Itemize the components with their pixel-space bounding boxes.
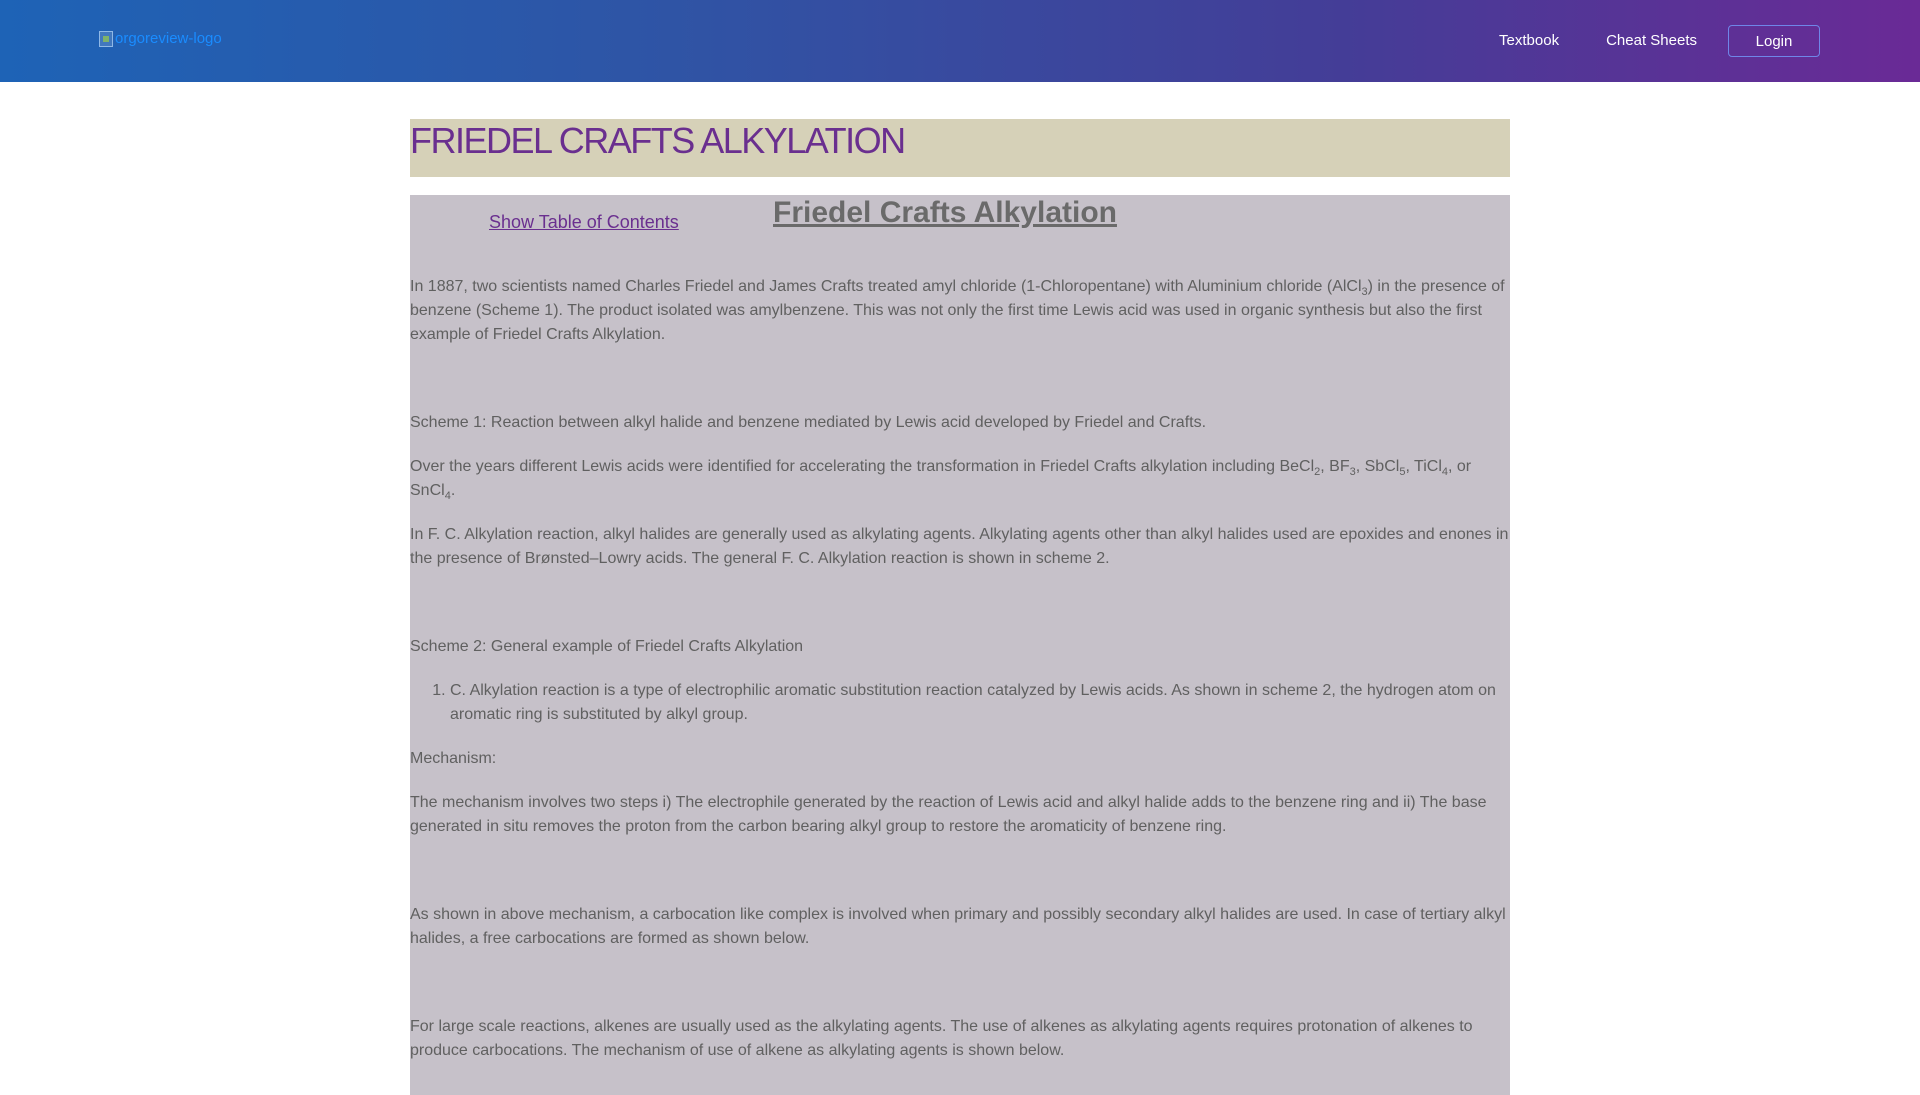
lewis-acids-paragraph: Over the years different Lewis acids wer… (410, 455, 1510, 503)
broken-image-icon (99, 30, 113, 47)
lewis-text-c: , SbCl (1355, 458, 1400, 475)
intro-paragraph: In 1887, two scientists named Charles Fr… (410, 275, 1510, 347)
login-button[interactable]: Login (1728, 25, 1820, 57)
scheme2-caption: Scheme 2: General example of Friedel Cra… (410, 638, 804, 655)
list-item: C. Alkylation reaction is a type of elec… (450, 679, 1510, 727)
title-banner: FRIEDEL CRAFTS ALKYLATION (410, 119, 1510, 177)
scheme1-caption: Scheme 1: Reaction between alkyl halide … (410, 414, 1207, 431)
lewis-text-f: . (450, 482, 456, 499)
lewis-text-a: Over the years different Lewis acids wer… (410, 458, 1315, 475)
page-title: FRIEDEL CRAFTS ALKYLATION (410, 120, 906, 161)
ordered-list: C. Alkylation reaction is a type of elec… (410, 679, 1510, 727)
logo-alt-text: orgoreview-logo (115, 30, 222, 47)
lewis-text-d: , TiCl (1405, 458, 1442, 475)
top-navbar: orgoreview-logo Textbook Cheat Sheets Lo… (0, 0, 1920, 82)
mechanism-paragraph: The mechanism involves two steps i) The … (410, 794, 1487, 835)
article-title: Friedel Crafts Alkylation (773, 196, 1117, 229)
mechanism-label: Mechanism: (410, 750, 497, 767)
show-toc-link[interactable]: Show Table of Contents (489, 210, 679, 234)
alkylating-agents-paragraph: In F. C. Alkylation reaction, alkyl hali… (410, 526, 1509, 567)
article-content: Show Table of Contents Friedel Crafts Al… (410, 195, 1510, 1095)
alkenes-paragraph: For large scale reactions, alkenes are u… (410, 1018, 1473, 1059)
nav-links: Textbook Cheat Sheets Login (1452, 25, 1820, 57)
intro-text-a: In 1887, two scientists named Charles Fr… (410, 278, 1362, 295)
carbocation-paragraph: As shown in above mechanism, a carbocati… (410, 906, 1506, 947)
nav-cheat-sheets-link[interactable]: Cheat Sheets (1606, 25, 1697, 57)
site-logo[interactable]: orgoreview-logo (99, 30, 222, 47)
lewis-text-b: , BF (1320, 458, 1350, 475)
nav-textbook-link[interactable]: Textbook (1499, 25, 1559, 57)
